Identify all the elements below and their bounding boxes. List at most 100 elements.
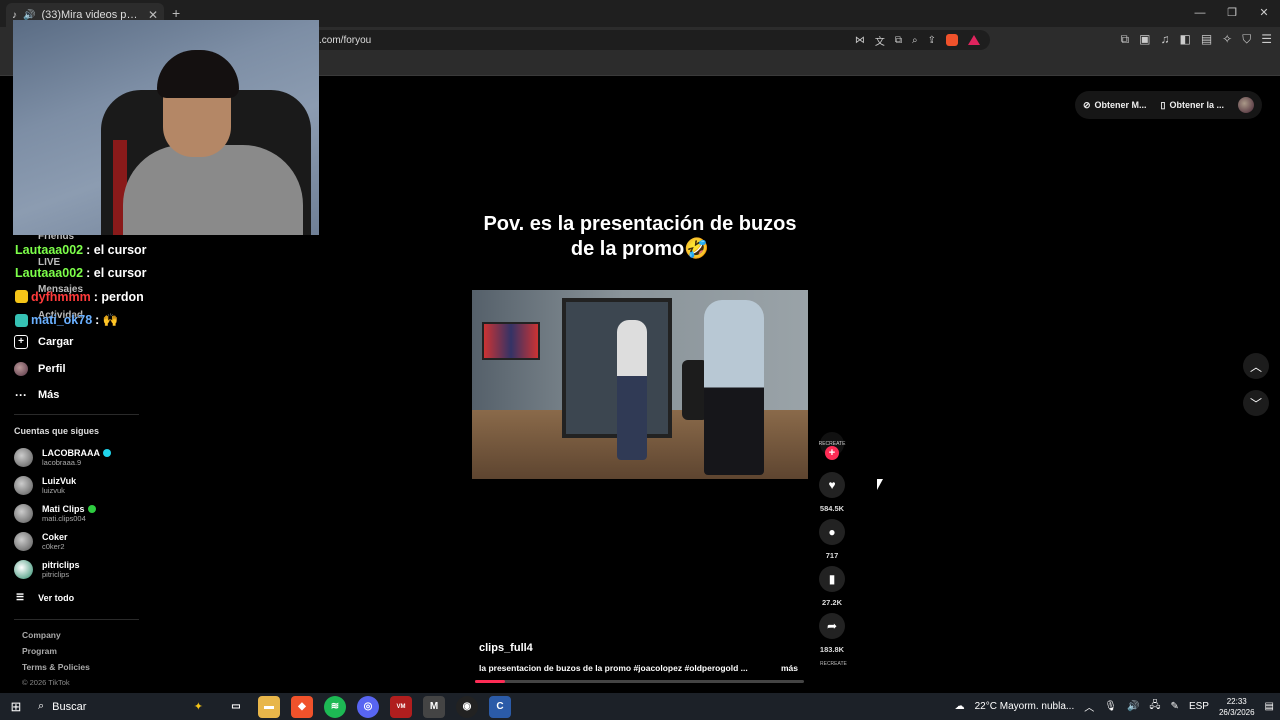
app-icon[interactable]: M [423, 695, 445, 718]
wallet-icon[interactable]: ▤ [1201, 32, 1212, 47]
taskbar-search[interactable]: ⌕ Buscar ✦ [32, 693, 207, 720]
volume-icon[interactable]: 🔊 [1127, 701, 1139, 712]
close-window-button[interactable]: ✕ [1248, 0, 1280, 27]
heart-icon[interactable]: ♥ [819, 472, 845, 498]
clock[interactable]: 22:33 26/3/2026 [1219, 696, 1255, 718]
video-scene-person [617, 320, 647, 460]
file-explorer-icon[interactable]: ▬ [258, 695, 280, 718]
speaker-icon[interactable]: 🔊 [23, 10, 35, 21]
verified-badge-icon [103, 449, 111, 457]
new-tab-button[interactable]: + [172, 5, 180, 21]
list-icon: ☰ [16, 592, 25, 602]
app-c-icon[interactable]: C [489, 695, 511, 718]
reader-mode-icon[interactable]: ⋈ [855, 35, 865, 46]
brave-rewards-icon[interactable] [968, 35, 980, 45]
chat-text: : 🙌 [95, 312, 119, 327]
description-more-button[interactable]: más [781, 663, 798, 673]
chat-message: Lautaaa002 : el cursor [15, 262, 265, 286]
save-action[interactable]: ▮ 27.2K [818, 566, 846, 607]
comment-icon[interactable]: ● [819, 519, 845, 545]
followed-account[interactable]: pitriclips pitriclips [14, 560, 214, 579]
task-view-icon[interactable]: ▭ [225, 696, 247, 718]
bookmark-icon[interactable]: ▮ [819, 566, 845, 592]
mouse-cursor-icon [877, 479, 883, 490]
minimize-button[interactable]: — [1184, 0, 1216, 27]
share-icon[interactable]: ⇪ [928, 35, 936, 46]
sidebar-item-upload[interactable]: + Cargar [14, 335, 214, 349]
get-app-button-2[interactable]: ▯ Obtener la ... [1161, 100, 1224, 111]
comment-action[interactable]: ● 717 [818, 519, 846, 560]
share-count: 183.8K [819, 645, 845, 654]
video-caption-line-1: Pov. es la presentación de buzos [483, 213, 797, 235]
video-player[interactable] [472, 290, 808, 479]
footer-link-terms[interactable]: Terms & Policies [22, 662, 90, 672]
notifications-icon[interactable]: ▤ [1265, 701, 1274, 712]
chat-text: : perdon [93, 289, 144, 304]
extensions-icon[interactable]: ⧉ [1121, 32, 1130, 47]
sidebar-item-more[interactable]: ··· Más [14, 388, 214, 402]
brave-browser-icon[interactable]: ◆ [291, 695, 313, 718]
media-icon[interactable]: ♫ [1160, 32, 1169, 47]
follow-button[interactable]: + [825, 446, 839, 460]
leo-ai-icon[interactable]: ✧ [1222, 32, 1232, 47]
clock-date: 26/3/2026 [1218, 707, 1255, 717]
chat-message: Lautaaa002 : el cursor [15, 238, 265, 262]
chat-message: mati_ok78 : 🙌 [15, 309, 265, 333]
sidebar-icon[interactable]: ◧ [1179, 32, 1190, 47]
followed-account[interactable]: LuizVuk luizvuk [14, 476, 214, 495]
video-scene-poster [482, 322, 540, 360]
obs-icon[interactable]: ◉ [456, 695, 478, 718]
share-arrow-icon[interactable]: ➦ [819, 613, 845, 639]
pen-icon[interactable]: ✎ [1171, 701, 1179, 712]
weather-text[interactable]: 22°C Mayorm. nubla... [975, 701, 1075, 712]
discord-icon[interactable]: ◎ [357, 695, 379, 718]
user-avatar[interactable] [1238, 97, 1254, 113]
account-handle: luizvuk [42, 486, 65, 495]
video-progress-bar[interactable] [475, 680, 804, 683]
more-icon: ··· [15, 388, 27, 402]
open-external-icon[interactable]: ⧉ [895, 35, 902, 46]
video-author[interactable]: clips_full4 [479, 642, 533, 654]
followed-account[interactable]: LACOBRAAA lacobraaa.9 [14, 448, 214, 467]
sidebar-item-label: Más [38, 389, 60, 401]
followed-account[interactable]: Coker c0ker2 [14, 532, 214, 551]
music-disc[interactable]: RECREATE [820, 661, 847, 677]
get-app-button-1[interactable]: ⊘ Obtener M... [1083, 100, 1147, 111]
chat-message: dyfhmmm : perdon [15, 285, 265, 309]
account-name: LuizVuk [42, 476, 77, 486]
account-name: Coker [42, 532, 68, 542]
screenshot-icon[interactable]: ▣ [1139, 32, 1150, 47]
webcam-streamer-body [123, 145, 303, 235]
followed-account[interactable]: Mati Clips mati.clips004 [14, 504, 214, 523]
account-avatar [14, 504, 33, 523]
chat-username: mati_ok78 [31, 313, 93, 328]
language-indicator[interactable]: ESP [1189, 701, 1209, 712]
brave-shield-icon[interactable] [946, 34, 958, 46]
zoom-icon[interactable]: ⌕ [912, 35, 918, 46]
comment-count: 717 [825, 551, 839, 560]
share-action[interactable]: ➦ 183.8K [818, 613, 846, 654]
vpn-icon[interactable]: ⛉ [1242, 32, 1251, 47]
see-all-button[interactable]: ☰ Ver todo [16, 592, 74, 603]
windows-start-icon[interactable]: ⊞ [0, 699, 32, 715]
microphone-icon[interactable]: 🎙 [1104, 701, 1117, 712]
previous-video-button[interactable]: ︿ [1243, 353, 1269, 379]
spotify-icon[interactable]: ≋ [324, 695, 346, 718]
window-controls: — ❐ ✕ [1184, 0, 1280, 27]
stream-chat-overlay: Lautaaa002 : el cursor Lautaaa002 : el c… [15, 238, 265, 332]
account-avatar [14, 448, 33, 467]
tray-chevron-icon[interactable]: ︿ [1084, 699, 1094, 714]
sidebar-item-profile[interactable]: Perfil [14, 362, 214, 376]
like-action[interactable]: ♥ 584.5K [818, 472, 846, 513]
footer-link-company[interactable]: Company [22, 630, 61, 640]
network-icon[interactable]: 🖧 [1149, 698, 1160, 715]
chat-text: : el cursor [86, 266, 147, 281]
voicemeeter-icon[interactable]: VM [390, 695, 412, 718]
translate-icon[interactable]: 文 [875, 33, 885, 48]
address-bar[interactable]: .com/foryou ⋈ 文 ⧉ ⌕ ⇪ [305, 30, 990, 50]
menu-icon[interactable]: ☰ [1261, 32, 1272, 47]
next-video-button[interactable]: ﹀ [1243, 390, 1269, 416]
restore-button[interactable]: ❐ [1216, 0, 1248, 27]
footer-link-program[interactable]: Program [22, 646, 57, 656]
sparkle-icon: ⊘ [1082, 99, 1091, 110]
